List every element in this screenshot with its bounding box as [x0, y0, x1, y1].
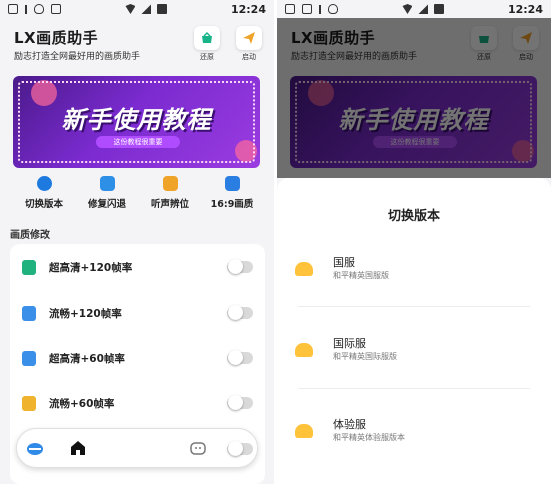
- tab-toggle[interactable]: [227, 441, 253, 456]
- restore-label: 还原: [200, 53, 214, 61]
- option-name: 体验服: [333, 418, 366, 431]
- setting-toggle[interactable]: [227, 395, 253, 410]
- setting-toggle[interactable]: [227, 259, 253, 274]
- setting-label: 超高清+60帧率: [49, 352, 125, 365]
- setting-label: 超高清+120帧率: [49, 261, 133, 274]
- version-icon: [36, 176, 52, 191]
- banner-subtitle: 这份教程很重要: [96, 136, 180, 148]
- setting-row: 超高清+120帧率: [22, 255, 253, 279]
- paper-plane-icon: [243, 32, 255, 44]
- cloud-icon: [295, 262, 313, 276]
- grid-notification-icon: [302, 4, 312, 14]
- modal-overlay[interactable]: [277, 0, 551, 178]
- quick-16-9-quality[interactable]: 16:9画质: [202, 176, 262, 210]
- status-time: 12:24: [507, 2, 543, 16]
- app-subtitle: 励志打造全网最好用的画质助手: [14, 52, 141, 62]
- tutorial-banner[interactable]: 新手使用教程 这份教程很重要: [13, 76, 260, 168]
- option-desc: 和平精英体验服版本: [333, 433, 405, 442]
- quick-label: 修复闪退: [87, 199, 126, 210]
- file-icon: [22, 305, 36, 321]
- quick-label: 听声辨位: [150, 199, 189, 210]
- download-icon: [25, 4, 27, 14]
- setting-row: 流畅+60帧率: [22, 391, 253, 415]
- option-desc: 和平精英国服版: [333, 271, 389, 280]
- sound-icon: [162, 176, 178, 191]
- setting-row: 超高清+60帧率: [22, 346, 253, 370]
- ppt-icon: [22, 395, 36, 411]
- home-icon[interactable]: [69, 439, 87, 457]
- restore-icon: [202, 31, 212, 43]
- version-option-cn[interactable]: 国服 和平精英国服版: [295, 254, 533, 294]
- setting-label: 流畅+120帧率: [49, 307, 122, 320]
- repair-icon: [99, 176, 115, 191]
- bottom-tab-bar: [16, 428, 258, 468]
- quick-label: 16:9画质: [210, 199, 254, 210]
- launch-button[interactable]: 启动: [235, 26, 263, 62]
- battery-icon: [157, 4, 168, 14]
- bug-icon: [328, 4, 338, 14]
- signal-icon: [418, 4, 429, 14]
- option-name: 国际服: [333, 337, 366, 350]
- cloud-icon[interactable]: [26, 439, 44, 457]
- setting-row: 流畅+120帧率: [22, 301, 253, 325]
- bug-icon: [34, 4, 44, 14]
- separator: [298, 388, 530, 389]
- option-desc: 和平精英国际服版: [333, 352, 397, 361]
- gamepad-icon[interactable]: [189, 439, 207, 457]
- cloud-icon: [295, 343, 313, 357]
- quick-sound-position[interactable]: 听声辨位: [140, 176, 200, 210]
- grid-notification-icon: [51, 4, 61, 14]
- main-screen: 12:24 LX画质助手 励志打造全网最好用的画质助手 还原 启动 新手使用教程…: [0, 0, 274, 484]
- app-title: LX画质助手: [14, 29, 99, 47]
- status-bar: 12:24: [277, 0, 551, 18]
- ratio-icon: [224, 176, 240, 191]
- launch-label: 启动: [242, 53, 256, 61]
- setting-toggle[interactable]: [227, 350, 253, 365]
- quick-switch-version[interactable]: 切换版本: [14, 176, 74, 210]
- battery-icon: [434, 4, 445, 14]
- monitor-icon: [22, 259, 36, 275]
- restore-button[interactable]: 还原: [193, 26, 221, 62]
- version-bottom-sheet: 切换版本 国服 和平精英国服版 国际服 和平精英国际服版 体验服 和平精英体验服…: [277, 178, 551, 484]
- signal-icon: [141, 4, 152, 14]
- option-name: 国服: [333, 256, 355, 269]
- image-notification-icon: [285, 4, 295, 14]
- cloud-icon: [295, 424, 313, 438]
- wifi-icon: [402, 4, 413, 14]
- version-screen: 12:24 LX画质助手 励志打造全网最好用的画质助手 还原 启动 新手使用教程…: [277, 0, 551, 484]
- setting-toggle[interactable]: [227, 305, 253, 320]
- status-bar: 12:24: [0, 0, 274, 18]
- section-title: 画质修改: [10, 230, 50, 241]
- status-time: 12:24: [230, 2, 266, 16]
- quick-label: 切换版本: [24, 199, 63, 210]
- sheet-title: 切换版本: [387, 209, 440, 224]
- version-option-global[interactable]: 国际服 和平精英国际服版: [295, 335, 533, 375]
- separator: [298, 306, 530, 307]
- version-option-beta[interactable]: 体验服 和平精英体验服版本: [295, 416, 533, 456]
- wifi-icon: [125, 4, 136, 14]
- setting-label: 流畅+60帧率: [49, 397, 115, 410]
- image-notification-icon: [8, 4, 18, 14]
- banner-title: 新手使用教程: [61, 106, 212, 134]
- quick-fix-crash[interactable]: 修复闪退: [77, 176, 137, 210]
- document-icon: [22, 350, 36, 366]
- download-icon: [319, 4, 321, 14]
- screenshot-root: 12:24 LX画质助手 励志打造全网最好用的画质助手 还原 启动 新手使用教程…: [0, 0, 551, 484]
